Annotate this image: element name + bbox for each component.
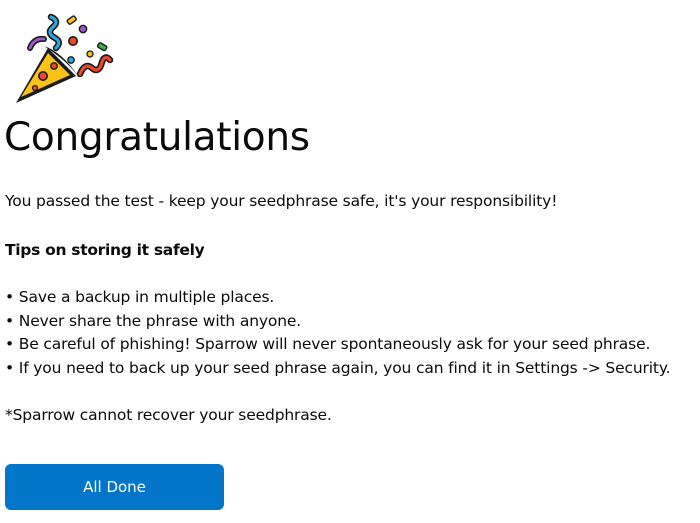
congratulations-page: Congratulations You passed the test - ke… <box>0 0 700 523</box>
tips-list: Save a backup in multiple places. Never … <box>5 286 671 381</box>
success-message: You passed the test - keep your seedphra… <box>5 192 558 210</box>
tips-heading: Tips on storing it safely <box>5 241 205 259</box>
list-item: Be careful of phishing! Sparrow will nev… <box>5 333 670 357</box>
all-done-button[interactable]: All Done <box>5 464 224 510</box>
list-item: Save a backup in multiple places. <box>5 286 670 310</box>
party-popper-icon <box>16 13 114 103</box>
list-item: Never share the phrase with anyone. <box>5 310 670 334</box>
page-title: Congratulations <box>4 115 310 160</box>
list-item: If you need to back up your seed phrase … <box>5 357 671 381</box>
recovery-disclaimer: *Sparrow cannot recover your seedphrase. <box>5 406 332 424</box>
